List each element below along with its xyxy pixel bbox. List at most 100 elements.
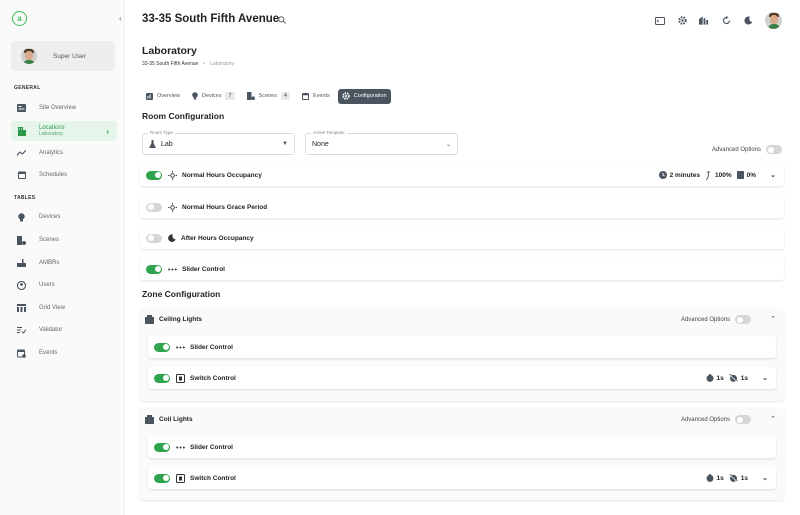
refresh-icon[interactable] xyxy=(721,16,731,26)
lights-group-icon xyxy=(145,315,154,324)
row-label: Slider Control xyxy=(182,265,225,273)
tab-label: Devices xyxy=(201,93,222,99)
header-actions xyxy=(655,12,782,29)
tab-configuration[interactable]: Configuration xyxy=(337,88,391,104)
chevron-up-icon[interactable]: ⌃ xyxy=(770,415,776,423)
active-template-select[interactable]: Active Template None ⌄ xyxy=(305,130,458,155)
after-hours-occupancy-row[interactable]: After Hours Occupancy xyxy=(140,227,784,249)
advanced-options-toggle[interactable] xyxy=(735,415,751,424)
zone-slider-control-row[interactable]: Slider Control xyxy=(148,336,776,358)
normal-hours-occupancy-toggle[interactable] xyxy=(146,170,162,180)
scenes-icon xyxy=(17,235,26,245)
advanced-options-toggle[interactable] xyxy=(735,315,751,324)
row-label: After Hours Occupancy xyxy=(181,234,254,242)
user-name: Super User xyxy=(53,52,86,60)
dots-icon xyxy=(176,446,185,449)
timer-on-value: 1s xyxy=(716,374,724,382)
chevron-down-icon[interactable]: ⌄ xyxy=(762,374,768,382)
breadcrumb-site[interactable]: 33-35 South Fifth Avenue xyxy=(142,61,198,67)
user-avatar[interactable] xyxy=(765,12,782,29)
terminal-icon[interactable] xyxy=(655,16,665,26)
zone-switch-control-row[interactable]: Switch Control 1s 1s ⌄ xyxy=(148,367,776,389)
timer-off-icon xyxy=(728,474,738,482)
tab-bar: Overview Devices 7 Scenes 4 Events Confi… xyxy=(142,88,391,104)
user-card[interactable]: Super User xyxy=(11,41,115,71)
slider-control-toggle[interactable] xyxy=(154,342,170,352)
tab-scenes[interactable]: Scenes 4 xyxy=(243,89,294,104)
zone-header: Coil Lights xyxy=(145,415,193,424)
switch-control-toggle[interactable] xyxy=(154,473,170,483)
normal-hours-grace-period-toggle[interactable] xyxy=(146,202,162,212)
sidebar-item-ambrs[interactable]: AMBRs xyxy=(11,254,117,272)
sidebar-item-grid-view[interactable]: Grid View xyxy=(11,299,117,317)
document-icon xyxy=(736,171,744,179)
chevron-down-icon: ⌄ xyxy=(445,141,451,148)
site-overview-icon xyxy=(17,104,26,113)
events-icon xyxy=(301,92,309,100)
walking-person-icon xyxy=(706,170,710,180)
sidebar-item-events[interactable]: Events xyxy=(11,344,117,362)
app-logo[interactable]: a xyxy=(12,11,27,26)
sidebar-item-label: Scenes xyxy=(39,237,60,243)
sidebar-item-validator[interactable]: Validator xyxy=(11,321,117,339)
zone-card-coil-lights: Coil Lights Advanced Options ⌃ Slider Co… xyxy=(140,408,784,500)
wall-switch-icon xyxy=(176,373,185,383)
avatar xyxy=(21,48,37,64)
wall-switch-icon xyxy=(176,473,185,483)
chevron-up-icon[interactable]: ⌃ xyxy=(770,315,776,323)
advanced-options-toggle[interactable] xyxy=(766,145,782,154)
sidebar-item-label: Analytics xyxy=(39,150,64,156)
tab-events[interactable]: Events xyxy=(298,89,334,104)
slider-control-toggle[interactable] xyxy=(146,264,162,274)
sidebar-item-analytics[interactable]: Analytics xyxy=(11,144,117,162)
stat-level: 0% xyxy=(746,171,756,179)
switch-control-toggle[interactable] xyxy=(154,373,170,383)
slider-control-row[interactable]: Slider Control xyxy=(140,258,784,280)
after-hours-occupancy-toggle[interactable] xyxy=(146,233,162,243)
sidebar-item-scenes[interactable]: Scenes xyxy=(11,231,117,249)
section-general-label: GENERAL xyxy=(14,85,41,91)
search-icon[interactable] xyxy=(278,16,286,26)
normal-hours-grace-period-row[interactable]: Normal Hours Grace Period xyxy=(140,196,784,218)
sidebar-item-label: Grid View xyxy=(39,305,65,311)
switch-timers: 1s 1s xyxy=(706,474,748,482)
tab-badge: 7 xyxy=(225,92,235,100)
ambr-icon xyxy=(17,259,26,268)
chevron-down-icon[interactable]: ⌄ xyxy=(762,474,768,482)
room-configuration-title: Room Configuration xyxy=(142,111,225,121)
analytics-icon xyxy=(17,149,26,158)
switch-timers: 1s 1s xyxy=(706,374,748,382)
tab-label: Events xyxy=(312,93,330,99)
building-icon[interactable] xyxy=(699,16,709,26)
scenes-icon xyxy=(246,92,255,100)
sidebar-item-locations[interactable]: Locations Laboratory › xyxy=(11,121,117,141)
room-advanced-options: Advanced Options xyxy=(712,145,782,154)
normal-hours-occupancy-row[interactable]: Normal Hours Occupancy 2 minutes 100% 0%… xyxy=(140,164,784,186)
timer-off-value: 1s xyxy=(740,374,748,382)
collapse-sidebar-icon[interactable]: ‹ xyxy=(119,14,122,23)
clock-icon xyxy=(658,171,667,179)
zone-switch-control-row[interactable]: Switch Control 1s 1s ⌄ xyxy=(148,467,776,489)
zone-card-ceiling-lights: Ceiling Lights Advanced Options ⌃ Slider… xyxy=(140,308,784,401)
sidebar-item-devices[interactable]: Devices xyxy=(11,208,117,226)
gear-icon[interactable] xyxy=(677,16,687,26)
zone-slider-control-row[interactable]: Slider Control xyxy=(148,436,776,458)
sidebar-item-users[interactable]: Users xyxy=(11,276,117,294)
room-type-select[interactable]: Room Type Lab ▼ xyxy=(142,130,295,155)
occupancy-stats: 2 minutes 100% 0% xyxy=(658,170,756,180)
sidebar-item-site-overview[interactable]: Site Overview xyxy=(11,99,117,117)
sidebar-item-schedules[interactable]: Schedules xyxy=(11,166,117,184)
events-icon xyxy=(17,349,26,358)
timer-on-value: 1s xyxy=(716,474,724,482)
zone-header: Ceiling Lights xyxy=(145,315,202,324)
timer-off-value: 1s xyxy=(740,474,748,482)
gear-icon xyxy=(342,92,350,100)
tab-overview[interactable]: Overview xyxy=(142,89,184,104)
slider-control-toggle[interactable] xyxy=(154,442,170,452)
sidebar-item-sublabel: Laboratory xyxy=(39,130,63,137)
chevron-down-icon[interactable]: ⌄ xyxy=(770,171,776,179)
zone-name: Ceiling Lights xyxy=(159,316,202,323)
tab-devices[interactable]: Devices 7 xyxy=(188,89,239,104)
tab-label: Overview xyxy=(157,93,180,99)
moon-icon[interactable] xyxy=(743,16,753,26)
